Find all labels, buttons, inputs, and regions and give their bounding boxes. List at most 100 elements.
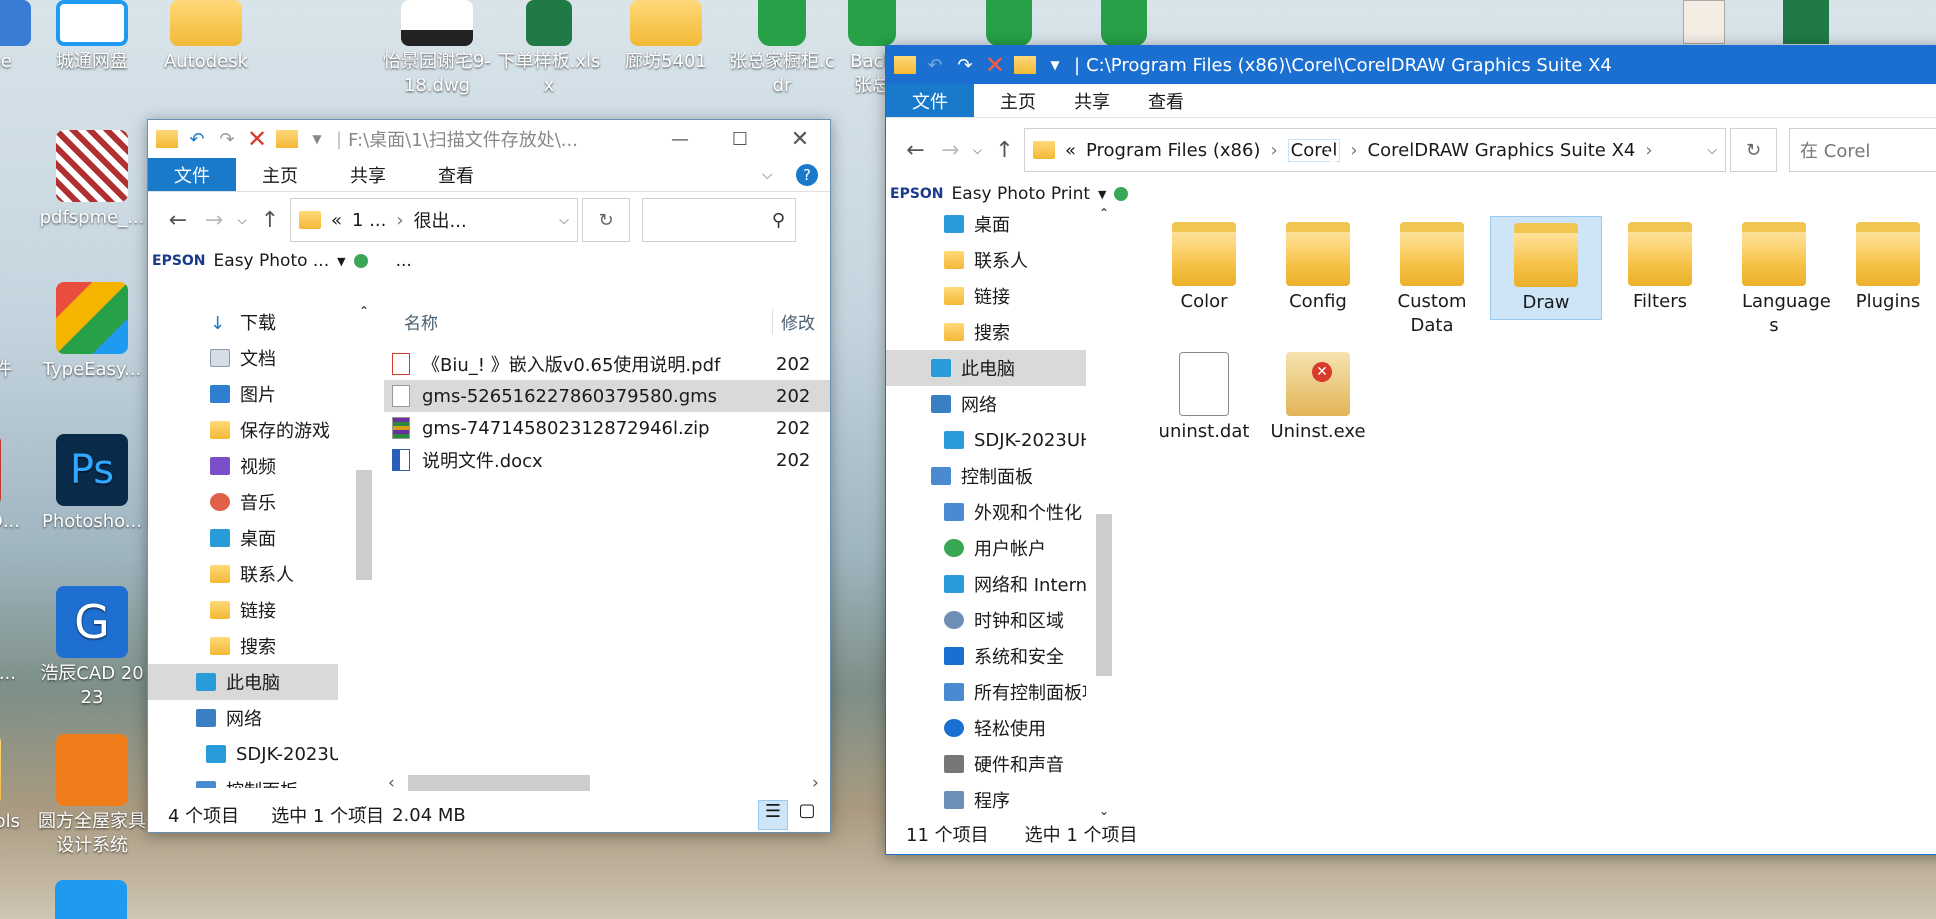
tree-item-contacts[interactable]: 联系人 [148,556,338,592]
epson-settings-icon[interactable] [1114,187,1129,201]
maximize-button[interactable]: ☐ [710,129,770,150]
forward-arrow-icon[interactable]: → [935,134,966,166]
back-arrow-icon[interactable]: ← [900,134,931,166]
breadcrumb-item[interactable]: 很出... [414,207,550,233]
tree-item-sdjk[interactable]: SDJK-2023UH [886,422,1086,458]
forward-arrow-icon[interactable]: → [198,204,230,236]
file-row[interactable]: gms-526516227860379580.gms 202 [384,380,830,412]
tab-home[interactable]: 主页 [236,158,324,191]
chevron-down-icon[interactable]: ⌵ [1707,143,1717,158]
tree-item-network[interactable]: 网络 [886,386,1086,422]
horizontal-scrollbar[interactable]: ‹ › [388,772,830,794]
recent-dropdown-icon[interactable]: ⌵ [970,134,985,166]
tab-share[interactable]: 共享 [324,158,412,191]
tab-share[interactable]: 共享 [1062,84,1122,117]
file-row[interactable]: 《Biu_! 》嵌入版v0.65使用说明.pdf 202 [384,348,830,380]
file-row[interactable]: gms-747145802312872946l.zip 202 [384,412,830,444]
breadcrumb-item[interactable]: 1 ... [352,210,386,231]
epson-easy-photo-print[interactable]: Easy Photo Print [952,184,1090,204]
column-header-modified[interactable]: 修改 [772,308,815,334]
scroll-up-icon[interactable]: ⌃ [354,304,374,318]
tree-scrollbar[interactable]: ⌃ ⌄ [1094,206,1114,818]
delete-icon[interactable]: ✕ [246,125,268,153]
up-arrow-icon[interactable]: ↑ [989,134,1020,166]
close-button[interactable]: ✕ [770,127,830,152]
tree-item-user-accounts[interactable]: 用户帐户 [886,530,1086,566]
tree-item-programs[interactable]: 程序 [886,782,1086,818]
search-input[interactable]: 在 Corel [1789,128,1936,172]
breadcrumb-overflow[interactable]: « [1065,140,1076,161]
epson-easy-photo-print[interactable]: Easy Photo ... [214,251,330,271]
navigation-pane[interactable]: ↓ 下载 文档 图片 保存的游戏 视频 音乐 桌面 联系人 链接 搜索 此电脑 网… [148,304,338,788]
tree-item-downloads[interactable]: ↓ 下载 [148,304,338,340]
tree-item-contacts[interactable]: 联系人 [886,242,1086,278]
tree-item-control-panel[interactable]: 控制面板 [148,772,338,788]
navigation-pane[interactable]: 桌面 联系人 链接 搜索 此电脑 网络 SDJK-2023UH 控制面板 外观和… [886,206,1086,818]
tree-item-videos[interactable]: 视频 [148,448,338,484]
refresh-button[interactable]: ↻ [582,198,630,242]
tree-item-desktop[interactable]: 桌面 [148,520,338,556]
large-icons-view-icon[interactable]: ▢ [792,800,822,830]
up-arrow-icon[interactable]: ↑ [254,204,286,236]
tree-item-documents[interactable]: 文档 [148,340,338,376]
desktop-icon-partial[interactable]: an... [0,586,16,686]
undo-icon[interactable]: ↶ [924,54,946,76]
tree-item-all-control-panel[interactable]: 所有控制面板项 [886,674,1086,710]
tab-view[interactable]: 查看 [412,158,500,191]
desktop-icon-xlsx[interactable]: 下单样板.xlsx [494,0,604,98]
tree-item-hardware-sound[interactable]: 硬件和声音 [886,746,1086,782]
help-icon[interactable]: ? [796,158,830,191]
chevron-down-icon[interactable]: ⌵ [762,158,796,191]
toolbar-overflow[interactable]: ... [396,251,412,271]
tree-item-searches[interactable]: 搜索 [886,314,1086,350]
desktop-icon-gstarcad[interactable]: G 浩辰CAD 2023 [37,586,147,710]
minimize-button[interactable]: — [650,129,710,150]
chevron-down-icon[interactable]: ⌵ [559,213,569,228]
tree-item-this-pc[interactable]: 此电脑 [886,350,1086,386]
breadcrumb-item[interactable]: Program Files (x86) [1086,140,1261,161]
desktop-icon-partial[interactable]: ols [0,734,20,834]
tab-file[interactable]: 文件 [148,158,236,191]
tree-item-appearance[interactable]: 外观和个性化 [886,494,1086,530]
folder-item-draw[interactable]: Draw [1490,216,1602,320]
tree-item-this-pc[interactable]: 此电脑 [148,664,338,700]
tree-item-links[interactable]: 链接 [886,278,1086,314]
tab-file[interactable]: 文件 [886,84,974,117]
tree-item-music[interactable]: 音乐 [148,484,338,520]
back-arrow-icon[interactable]: ← [162,204,194,236]
undo-icon[interactable]: ↶ [186,128,208,150]
desktop-icon-yuanfang[interactable]: 圆方全屋家具设计系统 [37,734,147,858]
tab-view[interactable]: 查看 [1122,84,1210,117]
tree-item-system-security[interactable]: 系统和安全 [886,638,1086,674]
folder-item-plugins[interactable]: Plugins [1832,216,1936,314]
tree-item-ease-of-access[interactable]: 轻松使用 [886,710,1086,746]
chevron-down-icon[interactable]: ▼ [337,255,345,268]
chevron-down-icon[interactable]: ▼ [306,128,328,150]
title-bar[interactable]: ↶ ↷ ✕ ▼ | C:\Program Files (x86)\Corel\C… [886,46,1936,84]
chevron-right-icon[interactable]: › [1350,140,1357,161]
chevron-down-icon[interactable]: ▼ [1098,188,1106,201]
tab-home[interactable]: 主页 [974,84,1062,117]
tree-item-network-internet[interactable]: 网络和 Interne [886,566,1086,602]
delete-icon[interactable]: ✕ [984,51,1006,79]
tree-item-searches[interactable]: 搜索 [148,628,338,664]
recent-dropdown-icon[interactable]: ⌵ [234,204,250,236]
epson-settings-icon[interactable] [353,254,368,268]
folder-item-filters[interactable]: Filters [1604,216,1716,314]
scroll-left-icon[interactable]: ‹ [388,773,408,793]
tree-item-saved-games[interactable]: 保存的游戏 [148,412,338,448]
folder-item-custom-data[interactable]: Custom Data [1376,216,1488,338]
excel-icon[interactable] [1783,0,1829,44]
search-input[interactable]: ⚲ [642,198,796,242]
tree-item-desktop[interactable]: 桌面 [886,206,1086,242]
breadcrumb-item[interactable]: CorelDRAW Graphics Suite X4 [1368,140,1636,161]
refresh-button[interactable]: ↻ [1730,128,1778,172]
redo-icon[interactable]: ↷ [216,128,238,150]
chevron-right-icon[interactable]: › [396,210,403,231]
breadcrumb-overflow[interactable]: « [331,210,342,231]
scrollbar-thumb[interactable] [1096,514,1112,676]
desktop-icon-typeeasy[interactable]: TypeEasy... [37,282,147,382]
folder-item-config[interactable]: Config [1262,216,1374,314]
file-item-uninst-dat[interactable]: uninst.dat [1148,346,1260,444]
new-folder-icon[interactable] [1014,56,1036,74]
